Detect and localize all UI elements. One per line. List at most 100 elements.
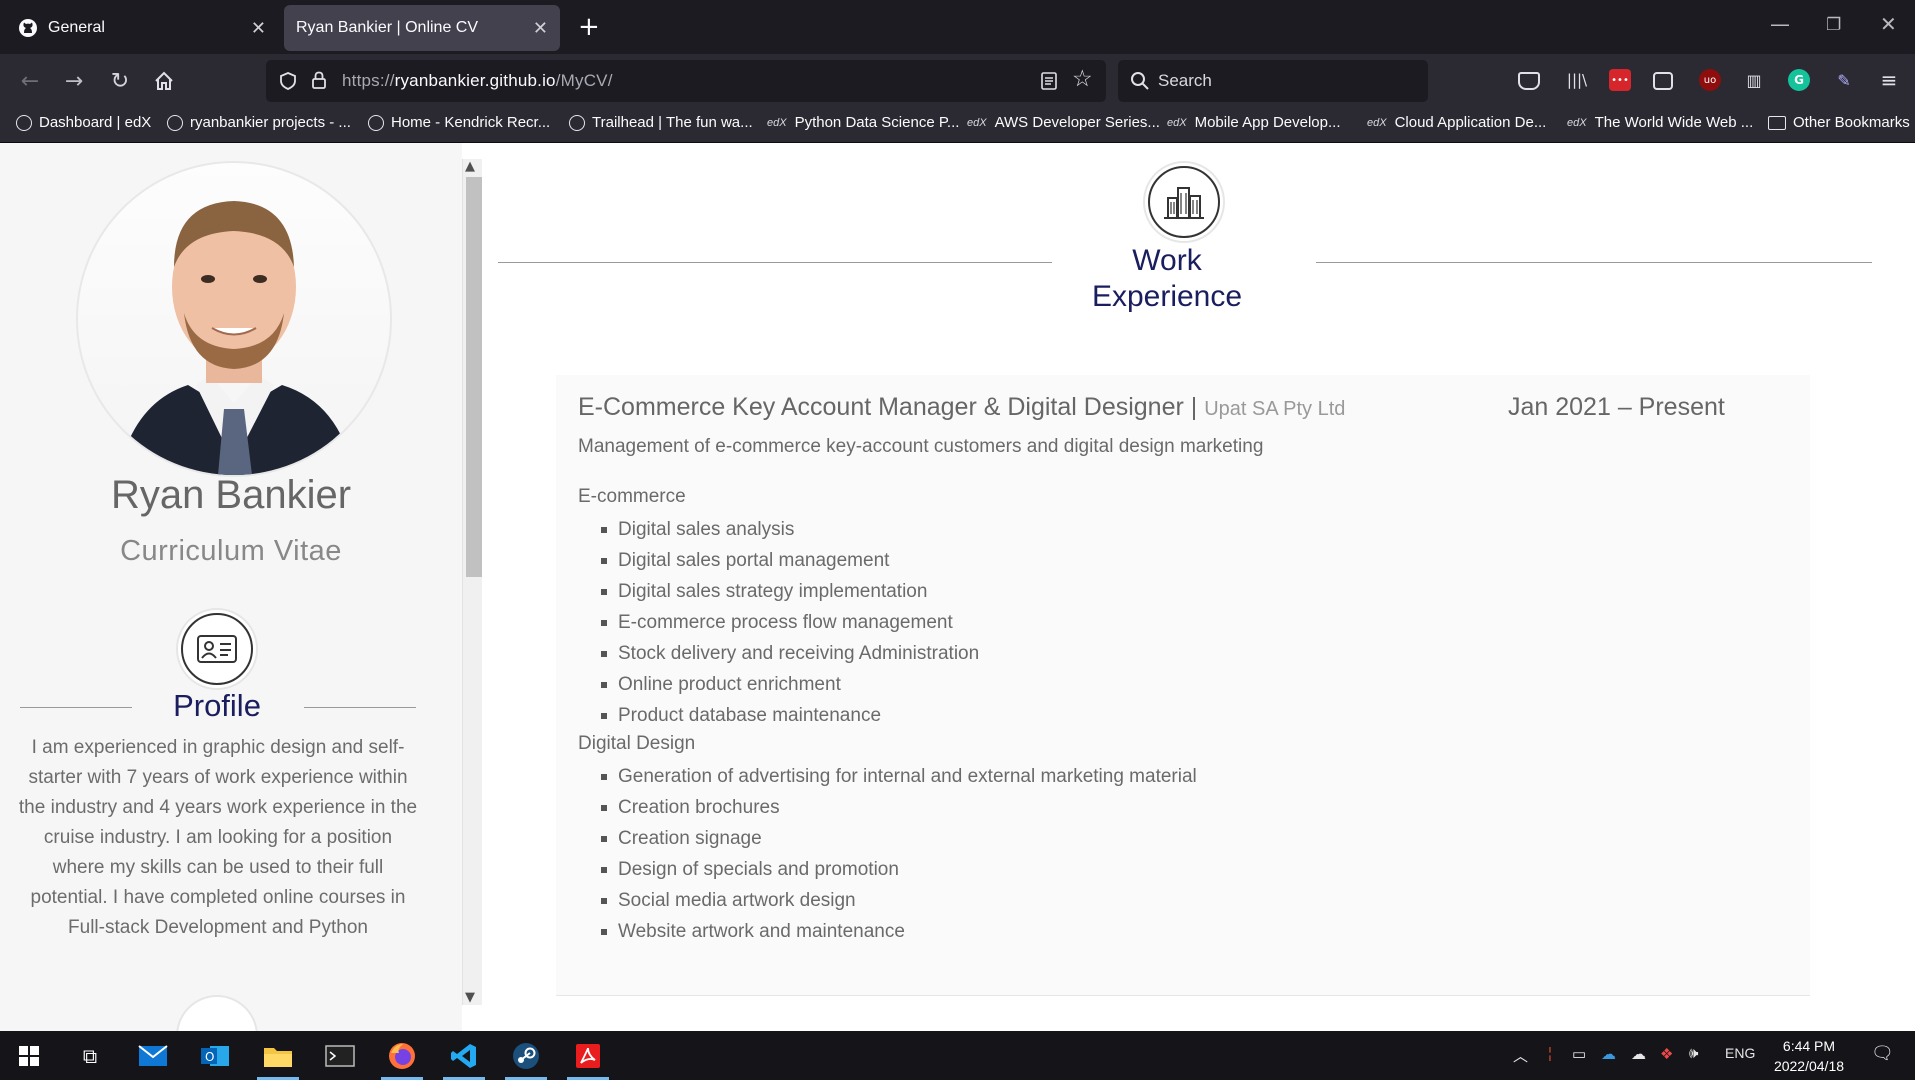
search-placeholder: Search (1158, 71, 1212, 90)
id-card-icon (181, 613, 253, 685)
system-clock[interactable]: 6:44 PM 2022/04/18 (1764, 1036, 1854, 1076)
list-item: Website artwork and maintenance (578, 916, 1197, 947)
dropbox-icon[interactable]: ❖ (1660, 1045, 1673, 1063)
volume-icon[interactable]: 🕪 (1689, 1045, 1698, 1062)
shield-icon[interactable] (278, 71, 298, 91)
url-text[interactable]: https://ryanbankier.github.io/MyCV/ (342, 71, 613, 91)
vscode-icon[interactable] (443, 1039, 485, 1080)
extension-grid-icon[interactable]: ▥ (1743, 69, 1765, 91)
city-buildings-icon (1148, 166, 1220, 238)
ublock-icon[interactable]: uo (1699, 69, 1721, 91)
next-section-badge (176, 995, 258, 1031)
bookmark-item[interactable]: ryanbankier projects - ... (167, 114, 351, 131)
person-name: Ryan Bankier (110, 473, 352, 517)
bookmark-item[interactable]: edX AWS Developer Series... (967, 114, 1160, 131)
battery-icon[interactable]: ▭ (1572, 1045, 1586, 1063)
terminal-icon[interactable] (323, 1039, 357, 1073)
list-item: Online product enrichment (578, 669, 979, 700)
menu-icon[interactable]: ≡ (1878, 68, 1900, 92)
minimize-icon[interactable]: — (1770, 12, 1790, 36)
scroll-down-icon[interactable]: ▼ (465, 990, 475, 1005)
sidebar-scrollbar[interactable]: ▲ ▼ (462, 159, 483, 1005)
divider (1316, 262, 1872, 263)
language-indicator[interactable]: ENG (1725, 1045, 1755, 1061)
list-item: Creation signage (578, 823, 1197, 854)
svg-text:O: O (205, 1050, 214, 1064)
scroll-up-icon[interactable]: ▲ (465, 159, 475, 174)
bookmark-item[interactable]: edX Mobile App Develop... (1167, 114, 1341, 131)
reader-view-icon[interactable] (1040, 71, 1058, 91)
list-item: Social media artwork design (578, 885, 1197, 916)
reload-icon[interactable]: ↻ (106, 67, 134, 95)
color-picker-icon[interactable]: ✎ (1833, 69, 1855, 91)
cloud-icon[interactable]: ☁ (1631, 1045, 1646, 1063)
close-tab-icon[interactable]: ✕ (251, 18, 266, 39)
scrollbar-thumb[interactable] (466, 177, 482, 577)
edx-icon: edX (1367, 116, 1387, 129)
onedrive-icon[interactable]: ☁ (1601, 1045, 1616, 1063)
acrobat-icon[interactable] (567, 1039, 609, 1080)
address-bar[interactable]: https://ryanbankier.github.io/MyCV/ ☆ (266, 60, 1106, 102)
list-item: Product database maintenance (578, 700, 979, 731)
globe-icon (368, 114, 384, 131)
globe-icon (569, 114, 585, 131)
firefox-icon[interactable] (381, 1039, 423, 1080)
forward-icon[interactable]: → (60, 67, 88, 95)
list-item: Digital sales strategy implementation (578, 576, 979, 607)
cv-subtitle: Curriculum Vitae (120, 535, 342, 567)
list-item: Stock delivery and receiving Administrat… (578, 638, 979, 669)
divider (498, 262, 1052, 263)
job-role: E-Commerce Key Account Manager & Digital… (578, 393, 1346, 421)
tab-title: General (48, 19, 105, 36)
search-icon (1131, 72, 1149, 90)
edx-icon: edX (1567, 116, 1587, 129)
tab-strip: General ✕ Ryan Bankier | Online CV ✕ + —… (0, 0, 1915, 54)
edx-icon: edX (967, 116, 987, 129)
mail-icon[interactable] (136, 1039, 170, 1073)
bookmark-star-icon[interactable]: ☆ (1072, 66, 1093, 92)
navigation-toolbar: ← → ↻ https://ryanbankier.github.io/MyCV… (0, 54, 1915, 108)
lastpass-icon[interactable]: ••• (1609, 69, 1631, 91)
pocket-icon[interactable] (1518, 72, 1540, 90)
profile-heading: Profile (173, 688, 261, 723)
bookmark-folder-other[interactable]: Other Bookmarks (1768, 114, 1910, 131)
grammarly-icon[interactable]: G (1788, 69, 1810, 91)
digital-design-list: Generation of advertising for internal a… (578, 761, 1197, 947)
job-company: Upat SA Pty Ltd (1204, 398, 1346, 420)
window-close-icon[interactable]: ✕ (1880, 12, 1897, 36)
profile-summary: I am experienced in graphic design and s… (18, 737, 418, 938)
list-item: Design of specials and promotion (578, 854, 1197, 885)
folder-icon (1768, 115, 1786, 130)
bookmark-item[interactable]: edX The World Wide Web ... (1567, 114, 1753, 131)
sidebar-toggle-icon[interactable] (1653, 72, 1673, 90)
search-bar[interactable]: Search (1118, 60, 1428, 102)
back-icon[interactable]: ← (16, 67, 44, 95)
lock-icon[interactable] (310, 70, 328, 90)
close-tab-icon[interactable]: ✕ (533, 18, 548, 39)
list-item: Digital sales portal management (578, 545, 979, 576)
bookmark-item[interactable]: Home - Kendrick Recr... (368, 114, 550, 131)
work-experience-heading: Work Experience (1091, 244, 1243, 313)
library-icon[interactable]: |||\ (1566, 69, 1588, 91)
bookmark-item[interactable]: edX Cloud Application De... (1367, 114, 1546, 131)
bookmark-item[interactable]: edX Python Data Science P... (767, 114, 959, 131)
bookmark-item[interactable]: Trailhead | The fun wa... (569, 114, 753, 131)
tab-general[interactable]: General ✕ (6, 5, 278, 51)
bookmark-item[interactable]: Dashboard | edX (16, 114, 151, 131)
windows-start-icon[interactable] (12, 1039, 46, 1073)
outlook-icon[interactable]: O (198, 1039, 232, 1073)
restore-icon[interactable]: ❐ (1826, 15, 1841, 35)
file-explorer-icon[interactable] (257, 1039, 299, 1080)
tab-online-cv[interactable]: Ryan Bankier | Online CV ✕ (284, 5, 560, 51)
steam-icon[interactable] (505, 1039, 547, 1080)
tray-overflow-icon[interactable]: ︿ (1513, 1045, 1528, 1066)
task-view-icon[interactable]: ⧉ (73, 1039, 107, 1073)
notifications-icon[interactable]: 🗨 (1871, 1043, 1894, 1064)
list-item: Digital sales analysis (578, 514, 979, 545)
list-item: Generation of advertising for internal a… (578, 761, 1197, 792)
home-icon[interactable] (150, 67, 178, 95)
tray-app-icon[interactable]: ¦ (1548, 1045, 1552, 1062)
new-tab-icon[interactable]: + (578, 12, 600, 42)
cv-main: Work Experience E-Commerce Key Account Ma… (482, 143, 1915, 1031)
list-item: Creation brochures (578, 792, 1197, 823)
